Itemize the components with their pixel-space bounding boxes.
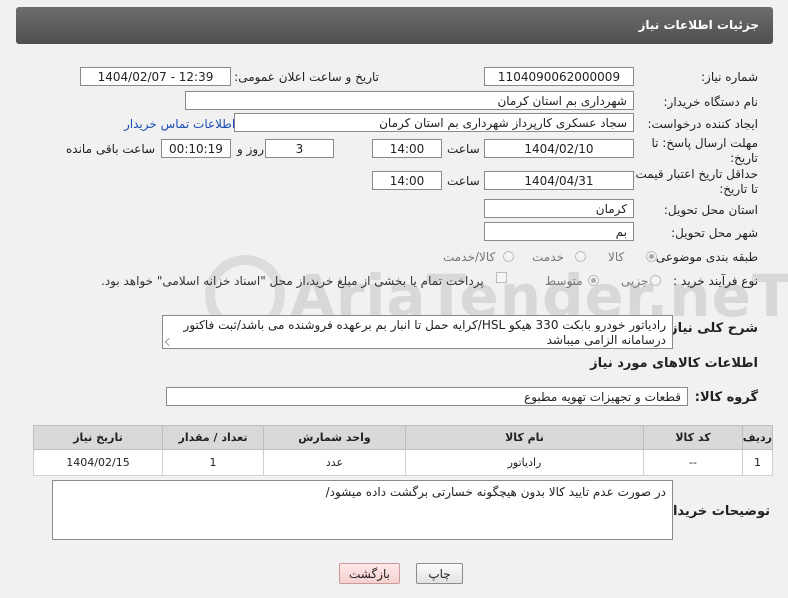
category-radio-goods-service[interactable] — [503, 251, 514, 262]
description-textarea: رادیاتور خودرو بابکت 330 هیکو HSL/کرایه … — [162, 315, 673, 349]
category-option-goods: کالا — [608, 250, 625, 264]
cell-item-code: -- — [643, 449, 743, 476]
cell-row-number: 1 — [742, 449, 773, 476]
announce-datetime-field: 1404/02/07 - 12:39 — [80, 67, 231, 86]
description-text: رادیاتور خودرو بابکت 330 هیکو HSL/کرایه … — [183, 318, 666, 347]
reply-deadline-label: مهلت ارسال پاسخ: تا — [651, 136, 758, 150]
reply-time-field: 14:00 — [372, 139, 442, 158]
goods-section-title: اطلاعات کالاهای مورد نیاز — [590, 356, 758, 371]
buyer-contact-link[interactable]: اطلاعات تماس خریدار — [124, 117, 235, 131]
col-header-item-code: کد کالا — [643, 425, 743, 450]
requester-field: سجاد عسکری کارپرداز شهرداری بم استان کرم… — [234, 113, 634, 132]
process-radio-medium[interactable] — [588, 275, 599, 286]
price-validity-time-field: 14:00 — [372, 171, 442, 190]
buyer-org-field: شهرداری بم استان کرمان — [185, 91, 634, 110]
category-option-goods-service: کالا/خدمت — [443, 250, 496, 264]
announce-datetime-label: تاریخ و ساعت اعلان عمومی: — [234, 70, 379, 84]
process-radio-minor[interactable] — [650, 275, 661, 286]
print-button[interactable]: چاپ — [416, 563, 463, 584]
remaining-time-label: ساعت باقی مانده — [66, 142, 156, 156]
reply-time-label: ساعت — [447, 142, 480, 156]
col-header-need-date: تاریخ نیاز — [33, 425, 163, 450]
process-type-label: نوع فرآیند خرید : — [673, 274, 758, 288]
col-header-row-number: ردیف — [742, 425, 773, 450]
delivery-city-field: بم — [484, 222, 634, 241]
goods-table: ردیف کد کالا نام کالا واحد شمارش تعداد /… — [33, 425, 773, 476]
delivery-city-label: شهر محل تحویل: — [671, 226, 758, 240]
days-label: روز و — [237, 142, 264, 156]
category-option-service: خدمت — [532, 250, 564, 264]
price-validity-label: حداقل تاریخ اعتبار قیمت: — [631, 167, 758, 181]
category-radio-service[interactable] — [575, 251, 586, 262]
col-header-quantity: تعداد / مقدار — [162, 425, 264, 450]
category-radio-goods[interactable] — [646, 251, 657, 262]
price-validity-label-date: تا تاریخ: — [719, 182, 758, 196]
cell-quantity: 1 — [162, 449, 264, 476]
reply-deadline-label-date: تاریخ: — [730, 151, 758, 165]
cell-unit: عدد — [263, 449, 406, 476]
treasury-payment-note: پرداخت تمام یا بخشی از مبلغ خرید،از محل … — [101, 274, 484, 288]
reply-deadline-date-field: 1404/02/10 — [484, 139, 634, 158]
page-title: جزئیات اطلاعات نیاز — [16, 7, 773, 44]
cell-need-date: 1404/02/15 — [33, 449, 163, 476]
table-header-row: ردیف کد کالا نام کالا واحد شمارش تعداد /… — [33, 425, 773, 450]
price-validity-time-label: ساعت — [447, 174, 480, 188]
col-header-unit: واحد شمارش — [263, 425, 406, 450]
process-option-minor: جزیی — [621, 274, 649, 288]
buyer-notes-text: در صورت عدم تایید کالا بدون هیچگونه خسار… — [325, 485, 666, 499]
table-row: 1 -- رادیاتور عدد 1 1404/02/15 — [33, 449, 773, 476]
remaining-time-field: 00:10:19 — [161, 139, 231, 158]
cell-item-name: رادیاتور — [405, 449, 644, 476]
goods-group-field: قطعات و تجهیزات تهویه مطبوع — [166, 387, 688, 406]
category-label: طبقه بندی موضوعی: — [651, 250, 758, 264]
buyer-notes-label: توضیحات خریدار: — [660, 504, 770, 519]
need-number-field: 1104090062000009 — [484, 67, 634, 86]
price-validity-date-field: 1404/04/31 — [484, 171, 634, 190]
process-option-medium: متوسط — [545, 274, 583, 288]
requester-label: ایجاد کننده درخواست: — [647, 117, 758, 131]
description-label: شرح کلی نیاز: — [664, 321, 758, 336]
buyer-notes-textarea: در صورت عدم تایید کالا بدون هیچگونه خسار… — [52, 480, 673, 540]
treasury-payment-checkbox[interactable] — [496, 272, 507, 283]
buyer-org-label: نام دستگاه خریدار: — [663, 95, 759, 109]
delivery-province-field: کرمان — [484, 199, 634, 218]
back-button[interactable]: بازگشت — [339, 563, 400, 584]
delivery-province-label: استان محل تحویل: — [663, 203, 758, 217]
remaining-days-field: 3 — [265, 139, 334, 158]
need-number-label: شماره نیاز: — [701, 70, 758, 84]
col-header-item-name: نام کالا — [405, 425, 644, 450]
goods-group-label: گروه کالا: — [694, 390, 758, 405]
